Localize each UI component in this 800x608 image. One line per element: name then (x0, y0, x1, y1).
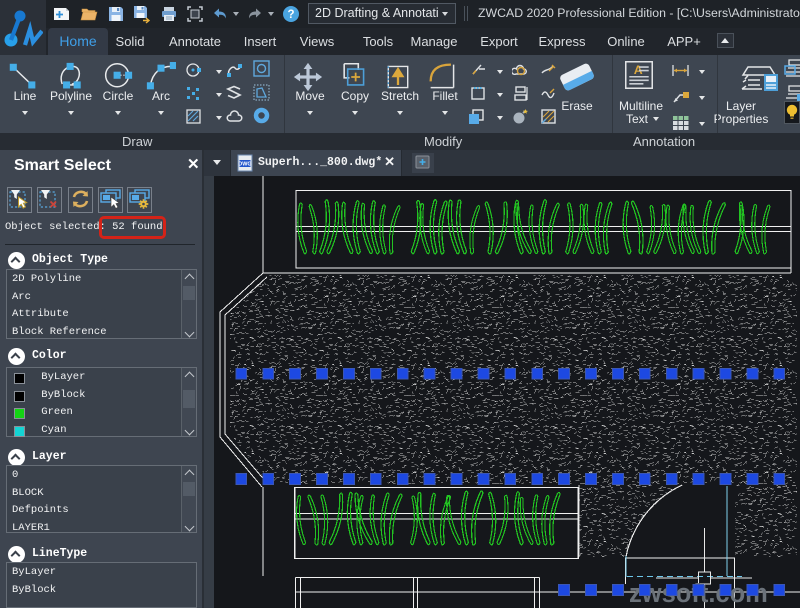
svg-text:DWG: DWG (238, 162, 251, 168)
svg-text:?: ? (287, 9, 294, 21)
